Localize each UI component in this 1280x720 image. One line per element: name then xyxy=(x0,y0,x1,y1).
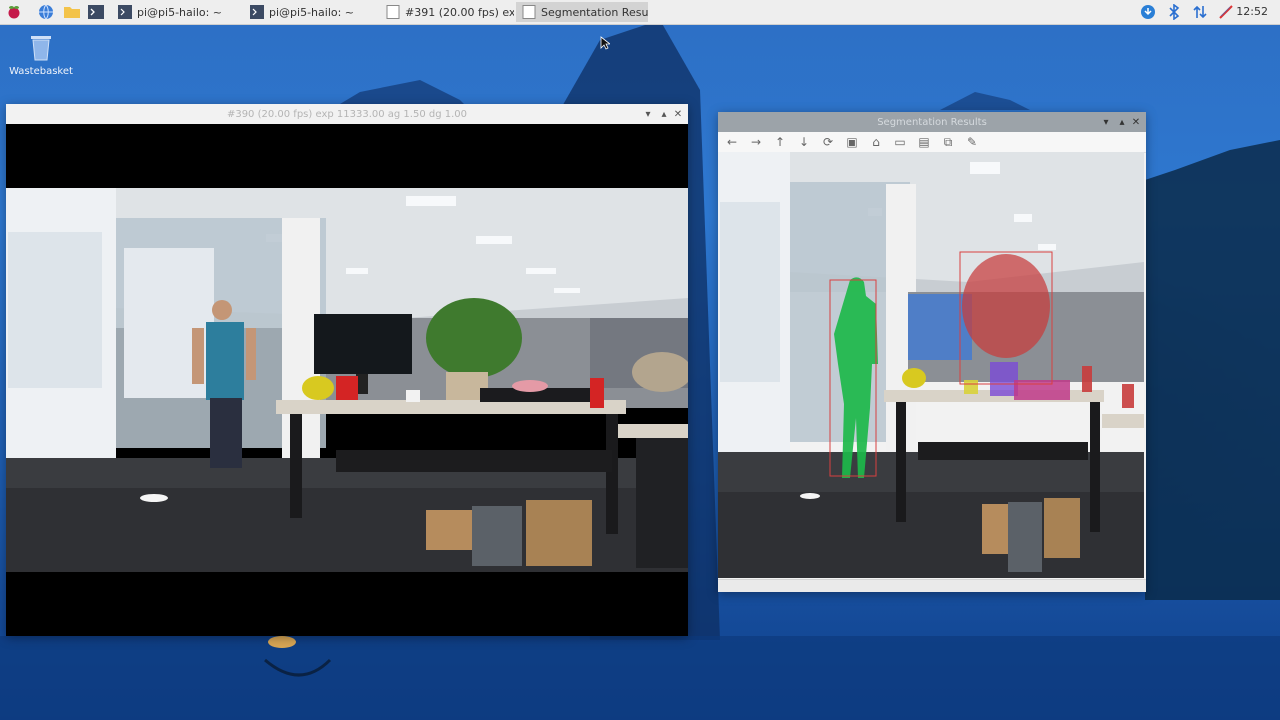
box-mask xyxy=(1014,380,1070,400)
camera-frame xyxy=(6,188,688,572)
task-label: pi@pi5-hailo: ~ xyxy=(269,5,355,19)
can-mask-2 xyxy=(1122,384,1134,408)
fit-icon[interactable]: ▭ xyxy=(892,134,908,150)
task-camera-preview[interactable]: #391 (20.00 fps) exp... xyxy=(380,2,514,22)
maximize-icon[interactable]: ▴ xyxy=(658,108,670,120)
camera-preview-window: #390 (20.00 fps) exp 11333.00 ag 1.50 dg… xyxy=(6,104,688,636)
minimize-icon[interactable]: ▾ xyxy=(1100,116,1112,128)
minimize-icon[interactable]: ▾ xyxy=(642,108,654,120)
volume-muted-icon[interactable] xyxy=(1216,2,1236,22)
up-arrow-icon[interactable]: ↑ xyxy=(772,134,788,150)
window-statusbar xyxy=(718,579,1146,592)
cup-mask xyxy=(964,380,978,394)
segmentation-results-window: Segmentation Results ▾ ▴ ✕ ← → ↑ ↓ ⟳ ▣ ⌂… xyxy=(718,112,1146,592)
save-icon[interactable]: ▣ xyxy=(844,134,860,150)
close-icon[interactable]: ✕ xyxy=(672,108,684,120)
task-terminal-2[interactable]: pi@pi5-hailo: ~ xyxy=(244,2,376,22)
terminal-icon xyxy=(250,5,264,19)
wastebasket[interactable]: Wastebasket xyxy=(8,32,74,77)
rotate-icon[interactable]: ⟳ xyxy=(820,134,836,150)
bluetooth-icon[interactable] xyxy=(1166,2,1182,22)
window-titlebar[interactable]: #390 (20.00 fps) exp 11333.00 ag 1.50 dg… xyxy=(6,104,688,124)
trash-icon xyxy=(31,36,51,61)
raspberry-menu-icon[interactable] xyxy=(4,2,24,22)
segmented-image xyxy=(718,152,1144,578)
task-label: Segmentation Results xyxy=(541,5,648,19)
network-icon[interactable] xyxy=(1190,2,1210,22)
terminal-launcher-icon[interactable] xyxy=(86,2,106,22)
window-icon xyxy=(386,5,400,19)
mouse-cursor-icon xyxy=(600,36,610,50)
window-titlebar[interactable]: Segmentation Results xyxy=(718,112,1146,132)
window-title: #390 (20.00 fps) exp 11333.00 ag 1.50 dg… xyxy=(226,108,468,120)
task-terminal-1[interactable]: pi@pi5-hailo: ~ xyxy=(112,2,242,22)
window-title: Segmentation Results xyxy=(877,116,987,128)
update-icon[interactable] xyxy=(1138,2,1158,22)
task-label: #391 (20.00 fps) exp... xyxy=(405,5,514,19)
window-icon xyxy=(522,5,536,19)
vase-mask xyxy=(990,362,1018,396)
task-label: pi@pi5-hailo: ~ xyxy=(137,5,223,19)
close-icon[interactable]: ✕ xyxy=(1130,116,1142,128)
terminal-icon xyxy=(118,5,132,19)
image-toolbar: ← → ↑ ↓ ⟳ ▣ ⌂ ▭ ▤ ⧉ ✎ xyxy=(718,132,1146,153)
can-mask xyxy=(1082,366,1092,392)
zoom-icon[interactable]: ▤ xyxy=(916,134,932,150)
forward-arrow-icon[interactable]: → xyxy=(748,134,764,150)
task-segmentation-results[interactable]: Segmentation Results xyxy=(516,2,648,22)
plant-mask xyxy=(962,254,1050,358)
down-arrow-icon[interactable]: ↓ xyxy=(796,134,812,150)
maximize-icon[interactable]: ▴ xyxy=(1116,116,1128,128)
wastebasket-label: Wastebasket xyxy=(9,66,73,77)
back-arrow-icon[interactable]: ← xyxy=(724,134,740,150)
taskbar: pi@pi5-hailo: ~ pi@pi5-hailo: ~ #391 (20… xyxy=(0,0,1280,25)
clock: 12:52 xyxy=(1236,5,1268,18)
home-icon[interactable]: ⌂ xyxy=(868,134,884,150)
browser-icon[interactable] xyxy=(36,2,56,22)
folder-icon[interactable] xyxy=(62,2,82,22)
edit-icon[interactable]: ✎ xyxy=(964,134,980,150)
copy-icon[interactable]: ⧉ xyxy=(940,134,956,150)
